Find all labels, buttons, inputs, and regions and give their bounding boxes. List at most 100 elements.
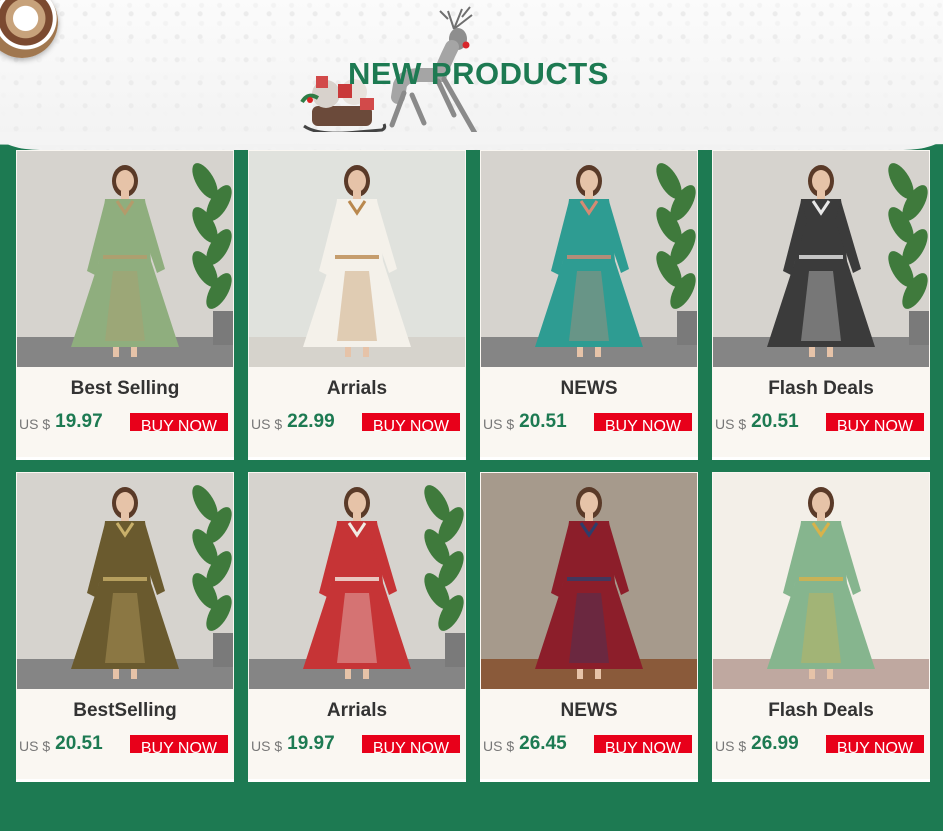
currency: US $ [19, 738, 51, 754]
price: 20.51 [751, 411, 799, 432]
model-left-leg [345, 347, 351, 357]
product-card[interactable]: NEWS US $ 20.51 BUY NOW [480, 150, 698, 460]
model-illustration [249, 151, 465, 367]
dress-belt [567, 577, 611, 581]
buy-now-button[interactable]: BUY NOW [361, 413, 460, 435]
buy-now-button[interactable]: BUY NOW [361, 735, 460, 757]
model-right-leg [363, 669, 369, 679]
product-image[interactable] [17, 473, 233, 689]
price-row: US $ 20.51 BUY NOW [712, 411, 930, 435]
model-illustration [713, 473, 929, 689]
currency: US $ [483, 738, 515, 754]
price: 19.97 [55, 411, 103, 432]
model-illustration [481, 473, 697, 689]
product-card[interactable]: Flash Deals US $ 26.99 BUY NOW [712, 472, 930, 782]
model-illustration [17, 151, 233, 367]
price-row: US $ 22.99 BUY NOW [248, 411, 466, 435]
dress-belt [799, 255, 843, 259]
product-card[interactable]: Arrials US $ 22.99 BUY NOW [248, 150, 466, 460]
buy-now-button[interactable]: BUY NOW [129, 413, 228, 435]
model-right-leg [827, 347, 833, 357]
model-face [116, 492, 134, 514]
price: 20.51 [55, 733, 103, 754]
product-label: NEWS [560, 700, 618, 721]
currency: US $ [483, 416, 515, 432]
product-image[interactable] [481, 151, 697, 367]
currency: US $ [715, 416, 747, 432]
price: 22.99 [287, 411, 335, 432]
page-title: NEW PRODUCTS [348, 56, 609, 91]
dress-belt [103, 255, 147, 259]
model-neck [353, 513, 361, 521]
header-banner: NEW PRODUCTS [0, 0, 943, 150]
model-face [580, 170, 598, 192]
price-row: US $ 20.51 BUY NOW [480, 411, 698, 435]
currency: US $ [715, 738, 747, 754]
model-face [116, 170, 134, 192]
model-left-leg [345, 669, 351, 679]
buy-now-button[interactable]: BUY NOW [593, 735, 692, 757]
model-face [348, 170, 366, 192]
product-card[interactable]: Arrials US $ 19.97 BUY NOW [248, 472, 466, 782]
model-neck [121, 513, 129, 521]
product-grid: Best Selling US $ 19.97 BUY NOW Arrials … [16, 150, 930, 782]
product-image[interactable] [713, 151, 929, 367]
currency: US $ [251, 738, 283, 754]
plant-pot [213, 633, 233, 667]
buy-now-button[interactable]: BUY NOW [593, 413, 692, 435]
price-row: US $ 20.51 BUY NOW [16, 733, 234, 757]
price: 20.51 [519, 411, 567, 432]
model-left-leg [113, 347, 119, 357]
product-card[interactable]: Flash Deals US $ 20.51 BUY NOW [712, 150, 930, 460]
model-left-leg [809, 347, 815, 357]
model-neck [817, 513, 825, 521]
product-card[interactable]: NEWS US $ 26.45 BUY NOW [480, 472, 698, 782]
model-neck [353, 191, 361, 199]
dress-belt [335, 255, 379, 259]
model-right-leg [595, 669, 601, 679]
model-left-leg [809, 669, 815, 679]
model-illustration [17, 473, 233, 689]
dress-belt [335, 577, 379, 581]
model-right-leg [363, 347, 369, 357]
product-label: NEWS [560, 378, 618, 399]
product-image[interactable] [17, 151, 233, 367]
buy-now-button[interactable]: BUY NOW [825, 735, 924, 757]
model-neck [121, 191, 129, 199]
product-label: Flash Deals [768, 378, 874, 399]
product-image[interactable] [713, 473, 929, 689]
price: 26.99 [751, 733, 799, 754]
product-label: BestSelling [73, 700, 177, 721]
product-image[interactable] [481, 473, 697, 689]
model-left-leg [113, 669, 119, 679]
model-face [580, 492, 598, 514]
currency: US $ [19, 416, 51, 432]
product-label: Arrials [326, 378, 388, 399]
price: 26.45 [519, 733, 567, 754]
buy-now-button[interactable]: BUY NOW [825, 413, 924, 435]
product-card[interactable]: BestSelling US $ 20.51 BUY NOW [16, 472, 234, 782]
product-card[interactable]: Best Selling US $ 19.97 BUY NOW [16, 150, 234, 460]
model-face [812, 492, 830, 514]
model-neck [585, 513, 593, 521]
price-row: US $ 19.97 BUY NOW [16, 411, 234, 435]
price: 19.97 [287, 733, 335, 754]
model-illustration [249, 473, 465, 689]
model-illustration [481, 151, 697, 367]
price-row: US $ 26.45 BUY NOW [480, 733, 698, 757]
product-label: Flash Deals [768, 700, 874, 721]
dress-belt [567, 255, 611, 259]
product-image[interactable] [249, 473, 465, 689]
price-row: US $ 26.99 BUY NOW [712, 733, 930, 757]
product-image[interactable] [249, 151, 465, 367]
model-left-leg [577, 669, 583, 679]
plant-pot [445, 633, 465, 667]
model-left-leg [577, 347, 583, 357]
model-face [348, 492, 366, 514]
buy-now-button[interactable]: BUY NOW [129, 735, 228, 757]
model-neck [817, 191, 825, 199]
plant-pot [909, 311, 929, 345]
model-right-leg [131, 669, 137, 679]
currency: US $ [251, 416, 283, 432]
product-label: Arrials [326, 700, 388, 721]
